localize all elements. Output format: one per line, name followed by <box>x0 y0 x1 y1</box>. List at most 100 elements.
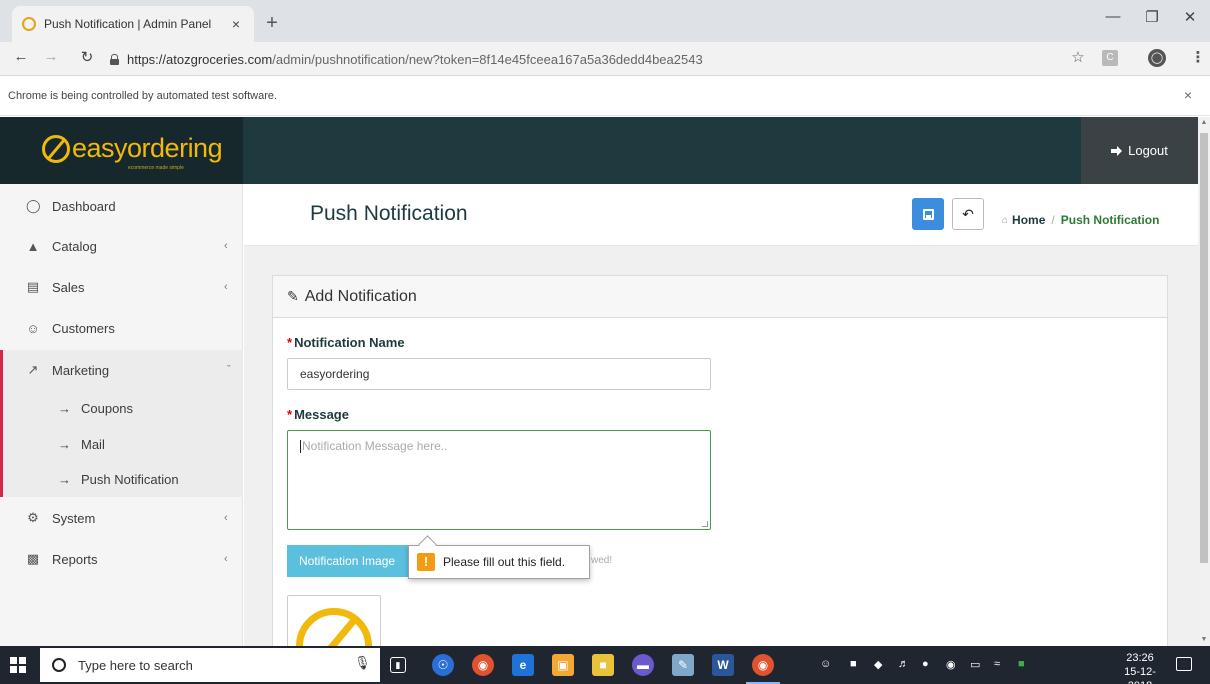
text-caret <box>300 440 301 454</box>
sidebar-item-label: Marketing <box>52 362 110 378</box>
sidebar-item-system[interactable]: ⚙ System ‹ <box>0 498 243 538</box>
battery-icon[interactable]: ▭ <box>970 658 980 671</box>
breadcrumb-separator: / <box>1051 213 1055 227</box>
automation-infobar: Chrome is being controlled by automated … <box>0 77 1210 116</box>
sidebar-item-label: Customers <box>52 320 115 336</box>
tray-green-icon[interactable]: ■ <box>1018 658 1025 670</box>
breadcrumb: ⌂ Home / Push Notification <box>1002 213 1159 227</box>
infobar-close-icon[interactable]: × <box>1180 87 1196 103</box>
sticky-notes-app-icon[interactable]: ■ <box>592 654 614 676</box>
media-app-icon[interactable]: ▬ <box>632 654 654 676</box>
scroll-down-icon[interactable]: ▼ <box>1198 636 1210 643</box>
tray-security-icon[interactable]: ◆ <box>874 658 882 671</box>
back-button[interactable]: ↶ <box>952 198 984 230</box>
tray-circle-icon[interactable]: ● <box>922 658 929 670</box>
store-app-icon[interactable]: ▣ <box>552 654 574 676</box>
sidebar-subitem-coupons[interactable]: → Coupons <box>58 390 133 426</box>
sidebar-item-marketing[interactable]: ↗ Marketing ˇ <box>0 350 243 390</box>
validation-tooltip: ! Please fill out this field. <box>408 545 590 579</box>
user-icon: ☺ <box>26 320 40 336</box>
sidebar-subitem-push-notification[interactable]: → Push Notification <box>58 461 179 497</box>
chrome-app-icon[interactable]: ◉ <box>472 654 494 676</box>
sidebar-item-dashboard[interactable]: ◯ Dashboard <box>0 186 243 226</box>
sign-out-icon <box>1111 145 1123 156</box>
notification-name-label: * Notification Name <box>287 335 405 350</box>
address-bar[interactable]: https://atozgroceries.com/admin/pushnoti… <box>110 47 1060 71</box>
sidebar-item-label: Catalog <box>52 238 97 254</box>
lock-icon <box>110 53 119 65</box>
extension-icon[interactable]: C <box>1102 50 1118 66</box>
notification-image-button[interactable]: Notification Image <box>287 545 415 577</box>
taskbar-search-placeholder: Type here to search <box>78 657 193 673</box>
microphone-icon[interactable]: 🎙 <box>354 655 371 671</box>
scroll-thumb[interactable] <box>1200 133 1208 563</box>
network-app-icon[interactable]: ☉ <box>432 654 454 676</box>
sidebar-subitem-label: Coupons <box>81 400 134 416</box>
windows-taskbar: Type here to search 🎙 ▮ ☉ ◉ e ▣ ■ ▬ ✎ W … <box>0 646 1210 684</box>
taskbar-clock[interactable]: 23:26 15-12-2018 <box>1116 651 1164 684</box>
tab-title: Push Notification | Admin Panel <box>44 17 212 31</box>
new-tab-button[interactable]: + <box>262 12 282 35</box>
breadcrumb-home-link[interactable]: Home <box>1012 213 1045 227</box>
tray-app-icon[interactable]: ■ <box>850 658 857 670</box>
browser-tab[interactable]: Push Notification | Admin Panel × <box>12 6 254 42</box>
restore-icon[interactable]: ❐ <box>1137 8 1167 26</box>
save-button[interactable] <box>912 198 944 230</box>
message-textarea[interactable]: Notification Message here.. <box>287 430 711 530</box>
page-scrollbar[interactable]: ▲ ▼ <box>1198 117 1210 646</box>
image-thumbnail[interactable] <box>287 595 381 647</box>
tray-globe-icon[interactable]: ◉ <box>946 658 956 671</box>
volume-icon[interactable]: ♬ <box>898 658 909 670</box>
reload-icon[interactable]: ↻ <box>76 48 98 66</box>
sidebar-item-sales[interactable]: ▤ Sales ‹ <box>0 267 243 307</box>
window-close-icon[interactable]: ✕ <box>1175 8 1205 26</box>
page-header: Push Notification ↶ ⌂ Home / Push Notifi… <box>244 184 1198 246</box>
arrow-right-icon: → <box>58 471 71 487</box>
resize-handle[interactable] <box>702 521 708 527</box>
back-arrow-icon[interactable]: ← <box>10 48 32 65</box>
paint-app-icon[interactable]: ✎ <box>672 654 694 676</box>
brand-area[interactable]: easyordering ecommerce made simple <box>0 117 243 184</box>
sidebar-item-reports[interactable]: ▩ Reports ‹ <box>0 539 243 579</box>
sidebar-item-label: System <box>52 510 96 526</box>
bookmark-star-icon[interactable]: ☆ <box>1068 48 1088 66</box>
sidebar: ◯ Dashboard ▲ Catalog ‹ ▤ Sales ‹ ☺ Cust… <box>0 184 243 646</box>
task-view-icon[interactable]: ▮ <box>390 657 406 673</box>
people-icon[interactable]: ☺ <box>820 658 831 670</box>
validation-message: Please fill out this field. <box>443 555 566 569</box>
menu-dots-icon[interactable]: ⋮ <box>1188 48 1208 66</box>
breadcrumb-current-link[interactable]: Push Notification <box>1061 213 1160 227</box>
required-marker: * <box>287 407 293 422</box>
marketing-submenu: → Coupons → Mail → Push Notification <box>0 390 243 497</box>
home-icon: ⌂ <box>1002 214 1009 226</box>
scroll-up-icon[interactable]: ▲ <box>1198 119 1210 126</box>
arrow-right-icon: → <box>58 436 71 452</box>
notification-name-input[interactable]: easyordering <box>287 358 711 390</box>
word-app-icon[interactable]: W <box>712 654 734 676</box>
minimize-icon[interactable]: — <box>1098 8 1128 25</box>
chevron-left-icon: ‹ <box>224 240 228 252</box>
profile-icon[interactable]: ◯ <box>1148 49 1166 67</box>
sidebar-item-customers[interactable]: ☺ Customers <box>0 308 243 348</box>
admin-header: easyordering ecommerce made simple Logou… <box>0 117 1198 184</box>
save-icon <box>922 208 934 220</box>
chrome-active-app-icon[interactable]: ◉ <box>746 654 780 684</box>
windows-start-icon[interactable] <box>10 657 26 673</box>
forward-arrow-icon[interactable]: → <box>40 48 62 65</box>
brand-tagline: ecommerce made simple <box>128 165 184 171</box>
dashboard-icon: ◯ <box>26 198 41 213</box>
sidebar-item-catalog[interactable]: ▲ Catalog ‹ <box>0 226 243 266</box>
wifi-icon[interactable]: ≈ <box>994 658 1000 670</box>
edge-app-icon[interactable]: e <box>512 654 534 676</box>
pencil-icon: ✎ <box>287 288 299 304</box>
notification-center-icon[interactable] <box>1176 657 1192 671</box>
share-icon: ↗ <box>27 362 39 377</box>
logout-button[interactable]: Logout <box>1081 117 1198 184</box>
sidebar-subitem-mail[interactable]: → Mail <box>58 426 105 462</box>
infobar-text: Chrome is being controlled by automated … <box>8 90 278 102</box>
taskbar-search-input[interactable]: Type here to search <box>40 648 380 682</box>
tab-close-icon[interactable]: × <box>228 16 244 32</box>
sidebar-item-label: Sales <box>52 279 85 295</box>
chevron-left-icon: ‹ <box>224 512 228 524</box>
sidebar-subitem-label: Push Notification <box>81 471 179 487</box>
